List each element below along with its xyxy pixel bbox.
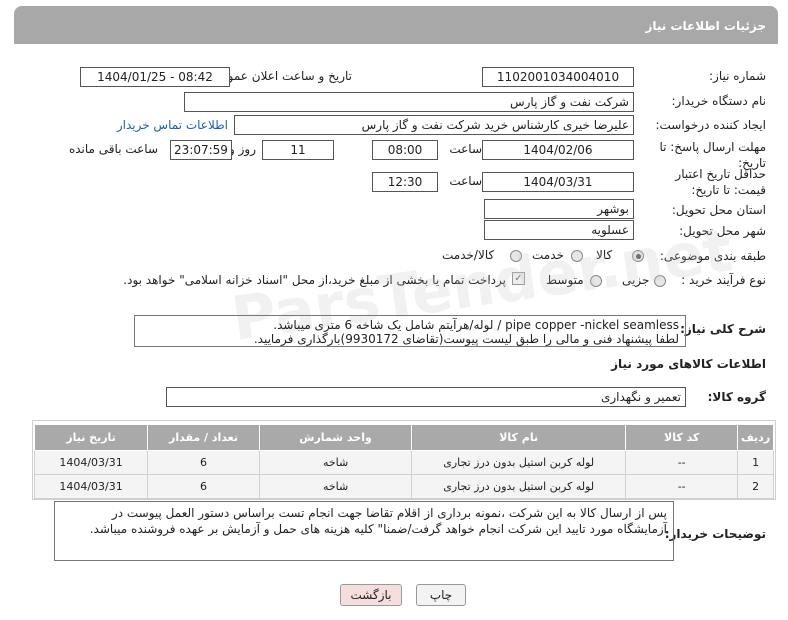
description-line-2: لطفا پیشنهاد فنی و مالی را طبق لیست پیوس… [253,332,679,346]
deadline-date-field: 1404/02/06 [482,140,634,160]
deadline-time-label: ساعت [449,142,482,156]
days-field: 11 [262,140,334,160]
cell-code: -- [625,450,739,475]
goods-group-label: گروه کالا: [707,390,766,404]
col-date: تاریخ نیاز [33,424,149,451]
col-row: ردیف [737,424,774,451]
description-label: شرح کلی نیاز: [680,322,766,336]
print-button[interactable]: چاپ [416,584,466,606]
table-row: 2 -- لوله کربن استیل بدون درز تجاری شاخه… [33,474,774,499]
buyer-contact-link[interactable]: اطلاعات تماس خریدار [117,118,228,132]
buyer-org-field: شرکت نفت و گاز پارس [184,92,634,112]
validity-date-field: 1404/03/31 [482,172,634,192]
validity-time-label: ساعت [449,174,482,188]
col-unit: واحد شمارش [258,424,413,451]
cell-name: لوله کربن استیل بدون درز تجاری [411,450,627,475]
cell-qty: 6 [147,474,260,499]
buyer-org-label: نام دستگاه خریدار: [671,94,767,108]
creator-label: ایجاد کننده درخواست: [655,118,766,132]
remaining-time-label: ساعت باقی مانده [68,142,158,156]
need-number-label: شماره نیاز: [709,69,766,83]
deadline-time-field: 08:00 [372,140,438,160]
goods-table: ردیف کد کالا نام کالا واحد شمارش تعداد /… [33,424,774,499]
cell-row: 2 [737,474,774,499]
goods-section-title: اطلاعات کالاهای مورد نیاز [611,357,766,371]
cell-unit: شاخه [258,474,413,499]
buyer-notes-label: توضیحات خریدار: [664,527,766,541]
description-line-1: pipe copper -nickel seamless / لوله/هرآی… [273,318,679,332]
validity-time-field: 12:30 [372,172,438,192]
cell-qty: 6 [147,450,260,475]
back-button[interactable]: بازگشت [340,584,402,606]
province-label: استان محل تحویل: [671,203,766,217]
cell-row: 1 [737,450,774,475]
cell-code: -- [625,474,739,499]
creator-field: علیرضا خیری کارشناس خرید شرکت نفت و گاز … [234,115,634,135]
validity-label: حداقل تاریخ اعتبار قیمت: تا تاریخ: [675,167,766,197]
buyer-notes-textarea: پس از ارسال کالا به این شرکت ،نمونه بردا… [54,501,674,561]
goods-table-header: ردیف کد کالا نام کالا واحد شمارش تعداد /… [33,424,774,451]
col-name: نام کالا [411,424,627,451]
cell-date: 1404/03/31 [33,474,149,499]
table-row: 1 -- لوله کربن استیل بدون درز تجاری شاخه… [33,450,774,475]
col-qty: تعداد / مقدار [147,424,260,451]
page-header: جزئیات اطلاعات نیاز [14,6,778,44]
goods-group-field: تعمیر و نگهداری [166,387,686,407]
announce-field: 1404/01/25 - 08:42 [80,67,230,87]
col-code: کد کالا [625,424,739,451]
cell-name: لوله کربن استیل بدون درز تجاری [411,474,627,499]
cell-date: 1404/03/31 [33,450,149,475]
need-number-field: 1102001034004010 [482,67,634,87]
days-label: روز و [229,142,256,156]
remaining-time-field: 23:07:59 [170,140,232,160]
province-field: بوشهر [484,199,634,219]
cell-unit: شاخه [258,450,413,475]
description-textarea: pipe copper -nickel seamless / لوله/هرآی… [134,315,686,347]
page-title: جزئیات اطلاعات نیاز [645,19,766,33]
